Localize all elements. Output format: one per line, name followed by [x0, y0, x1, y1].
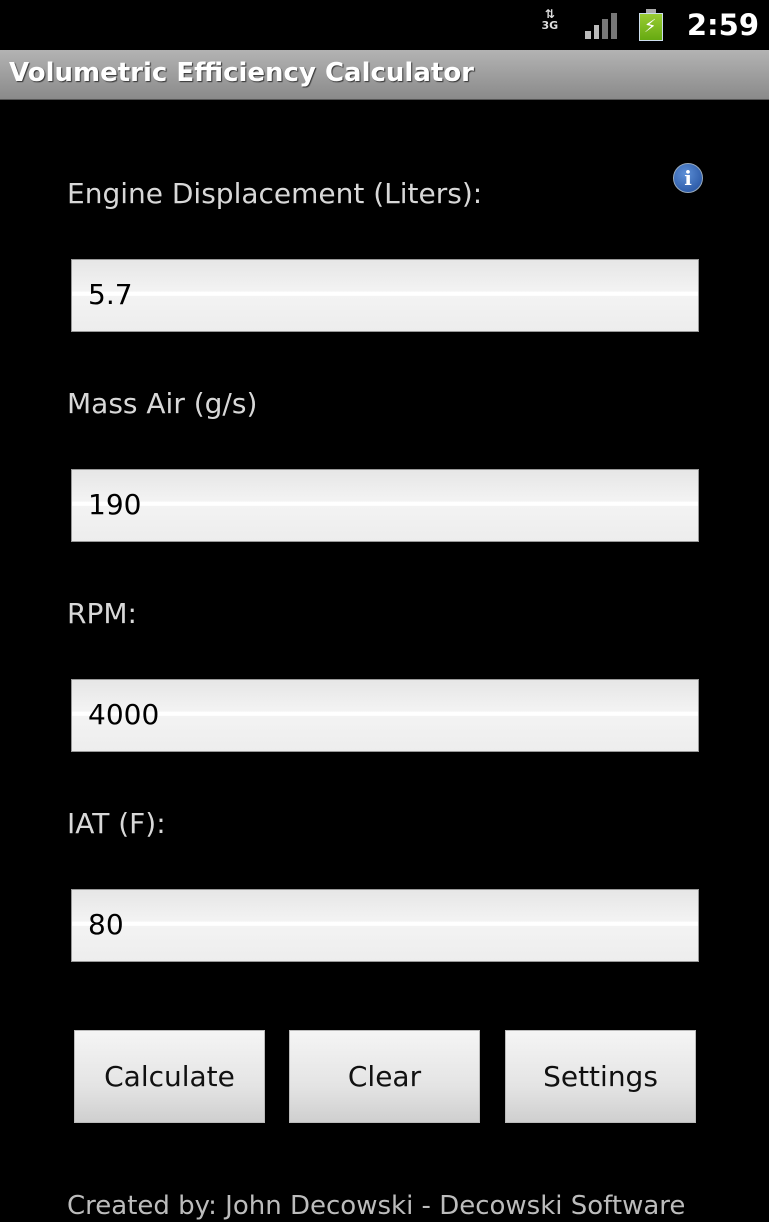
iat-label: IAT (F): [67, 807, 166, 840]
calculate-button[interactable]: Calculate [74, 1030, 265, 1123]
mass-air-input[interactable]: 190 [71, 469, 699, 542]
status-icons: ⇅ 3G ⚡ 2:59 [539, 6, 759, 44]
mass-air-value: 190 [88, 488, 142, 521]
iat-input[interactable]: 80 [71, 889, 699, 962]
app-title: Volumetric Efficiency Calculator [9, 58, 475, 88]
status-bar: ⇅ 3G ⚡ 2:59 [0, 0, 769, 50]
clock: 2:59 [686, 8, 759, 42]
rpm-label: RPM: [67, 597, 137, 630]
info-icon[interactable]: i [673, 163, 703, 193]
mass-air-label: Mass Air (g/s) [67, 387, 258, 420]
rpm-value: 4000 [88, 698, 160, 731]
signal-icon [584, 11, 617, 39]
engine-displacement-value: 5.7 [88, 278, 133, 311]
iat-value: 80 [88, 908, 124, 941]
engine-displacement-label: Engine Displacement (Liters): [67, 177, 483, 210]
clear-button[interactable]: Clear [289, 1030, 480, 1123]
app-title-bar: Volumetric Efficiency Calculator [0, 50, 769, 100]
rpm-input[interactable]: 4000 [71, 679, 699, 752]
network-3g-icon: ⇅ 3G [541, 7, 559, 32]
calculator-form: i Engine Displacement (Liters): 5.7 Mass… [0, 101, 769, 1222]
engine-displacement-input[interactable]: 5.7 [71, 259, 699, 332]
footer-credit: Created by: John Decowski - Decowski Sof… [67, 1191, 686, 1221]
settings-button[interactable]: Settings [505, 1030, 696, 1123]
battery-charging-icon: ⚡ [638, 9, 663, 41]
